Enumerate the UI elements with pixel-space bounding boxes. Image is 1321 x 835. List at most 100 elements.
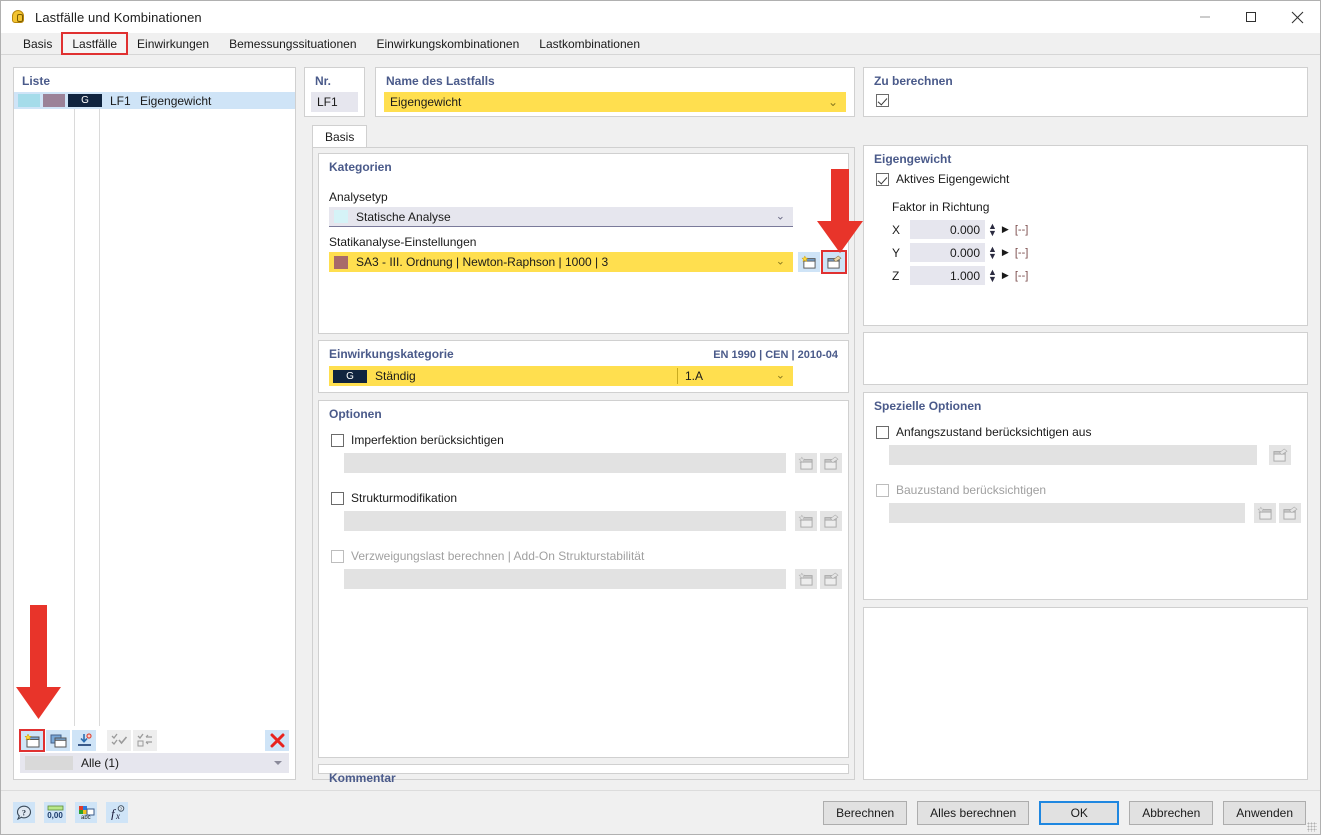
static-settings-label: Statikanalyse-Einstellungen [329,235,476,249]
chevron-down-icon[interactable]: ⌄ [776,257,785,268]
delete-button[interactable] [265,730,289,751]
tab-bemessungssituationen[interactable]: Bemessungssituationen [219,33,366,54]
buckling-load-field[interactable] [344,569,786,589]
copy-load-case-button[interactable] [46,730,70,751]
spinner-z[interactable]: ▲▼ [988,269,997,283]
tab-basis-sub[interactable]: Basis [312,125,367,147]
static-settings-dropdown[interactable]: SA3 - III. Ordnung | Newton-Raphson | 10… [329,252,793,272]
initial-state-checkbox-row[interactable]: Anfangszustand berücksichtigen aus [876,425,1091,439]
formula-icon[interactable]: f x ? [106,802,128,823]
ok-button[interactable]: OK [1039,801,1119,825]
table-row[interactable]: G LF1 Eigengewicht [14,92,295,109]
action-category-code: 1.A [685,369,703,383]
edit-construction-stage-button[interactable] [1279,503,1301,523]
initial-state-field[interactable] [889,445,1257,465]
analysis-type-value: Statische Analyse [356,210,451,224]
active-self-weight-checkbox[interactable] [876,173,889,186]
calculate-all-button[interactable]: Alles berechnen [917,801,1029,825]
structure-modification-field[interactable] [344,511,786,531]
tab-einwirkungen[interactable]: Einwirkungen [127,33,219,54]
name-label: Name des Lastfalls [376,68,854,90]
select-all-button[interactable] [107,730,131,751]
new-load-case-button[interactable] [20,730,44,751]
tab-lastfaelle[interactable]: Lastfälle [62,33,127,54]
construction-stage-field[interactable] [889,503,1245,523]
analysis-type-label: Analysetyp [329,190,388,204]
close-icon[interactable] [1274,1,1320,33]
tab-basis[interactable]: Basis [13,33,62,54]
factor-y-input[interactable]: 0.000 [910,243,985,262]
load-case-list[interactable]: G LF1 Eigengewicht [14,92,295,726]
buckling-load-checkbox[interactable] [331,550,344,563]
chevron-down-icon[interactable]: ⌄ [828,95,838,109]
footer-bar: ? 0,00 abc [1,790,1320,834]
action-category-badge: G [333,370,367,383]
factor-z-input[interactable]: 1.000 [910,266,985,285]
chevron-down-icon[interactable]: ⌄ [776,211,785,222]
active-self-weight-label: Aktives Eigengewicht [896,172,1009,186]
tab-einwirkungskombinationen[interactable]: Einwirkungskombinationen [367,33,530,54]
cancel-button[interactable]: Abbrechen [1129,801,1213,825]
imperfection-checkbox[interactable] [331,434,344,447]
load-case-name-value: Eigengewicht [390,95,461,109]
factor-x-input[interactable]: 0.000 [910,220,985,239]
expand-x-icon[interactable]: ▶ [1002,224,1009,235]
basis-panel: Kategorien Analysetyp Statische Analyse … [312,147,855,780]
comment-title: Kommentar [319,765,848,787]
structure-modification-checkbox[interactable] [331,492,344,505]
expand-y-icon[interactable]: ▶ [1002,247,1009,258]
action-category-card: Einwirkungskategorie EN 1990 | CEN | 201… [318,340,849,393]
edit-buckling-load-button[interactable] [820,569,842,589]
resize-grip[interactable] [1307,822,1317,832]
spacer-card-2 [863,607,1308,780]
edit-structure-modification-button[interactable] [820,511,842,531]
tab-lastkombinationen[interactable]: Lastkombinationen [529,33,650,54]
edit-initial-state-button[interactable] [1269,445,1291,465]
buckling-load-checkbox-row[interactable]: Verzweigungslast berechnen | Add-On Stru… [331,549,644,563]
tab-label: Bemessungssituationen [229,37,356,51]
window-title: Lastfälle und Kombinationen [35,10,202,25]
load-case-number-field[interactable]: LF1 [311,92,358,112]
edit-static-analysis-settings-button[interactable] [823,252,845,272]
invert-selection-button[interactable] [133,730,157,751]
new-imperfection-button[interactable] [795,453,817,473]
list-filter-dropdown[interactable]: Alle (1) [20,753,289,773]
units-icon[interactable]: 0,00 [44,802,66,823]
active-self-weight-checkbox-row[interactable]: Aktives Eigengewicht [876,172,1009,186]
options-title: Optionen [319,401,848,423]
to-calculate-checkbox[interactable] [876,94,889,107]
load-case-name-input[interactable]: Eigengewicht ⌄ [384,92,846,112]
static-settings-swatch [334,256,348,269]
help-icon[interactable]: ? [13,802,35,823]
new-structure-modification-button[interactable] [795,511,817,531]
structure-modification-label: Strukturmodifikation [351,491,457,505]
colors-icon[interactable]: abc [75,802,97,823]
new-buckling-load-button[interactable] [795,569,817,589]
sub-tab-label: Basis [325,130,354,144]
expand-z-icon[interactable]: ▶ [1002,270,1009,281]
spinner-y[interactable]: ▲▼ [988,246,997,260]
analysis-type-dropdown[interactable]: Statische Analyse ⌄ [329,207,793,227]
apply-button[interactable]: Anwenden [1223,801,1306,825]
edit-imperfection-button[interactable] [820,453,842,473]
construction-stage-checkbox-row[interactable]: Bauzustand berücksichtigen [876,483,1046,497]
minimize-icon[interactable] [1182,1,1228,33]
new-static-analysis-settings-button[interactable] [798,252,820,272]
new-construction-stage-button[interactable] [1254,503,1276,523]
factor-x-value: 0.000 [950,223,980,237]
spinner-x[interactable]: ▲▼ [988,223,997,237]
filter-color-chip [25,756,73,770]
chevron-down-icon[interactable]: ⌄ [776,371,785,382]
imperfection-checkbox-row[interactable]: Imperfektion berücksichtigen [331,433,504,447]
structure-modification-checkbox-row[interactable]: Strukturmodifikation [331,491,457,505]
load-case-name: Eigengewicht [140,94,211,108]
self-weight-card: Eigengewicht Aktives Eigengewicht Faktor… [863,145,1308,326]
imperfection-field[interactable] [344,453,786,473]
import-load-case-button[interactable] [72,730,96,751]
maximize-icon[interactable] [1228,1,1274,33]
initial-state-checkbox[interactable] [876,426,889,439]
calculate-button[interactable]: Berechnen [823,801,907,825]
construction-stage-checkbox[interactable] [876,484,889,497]
action-category-dropdown[interactable]: G Ständig 1.A ⌄ [329,366,793,386]
bell-icon [10,9,27,26]
